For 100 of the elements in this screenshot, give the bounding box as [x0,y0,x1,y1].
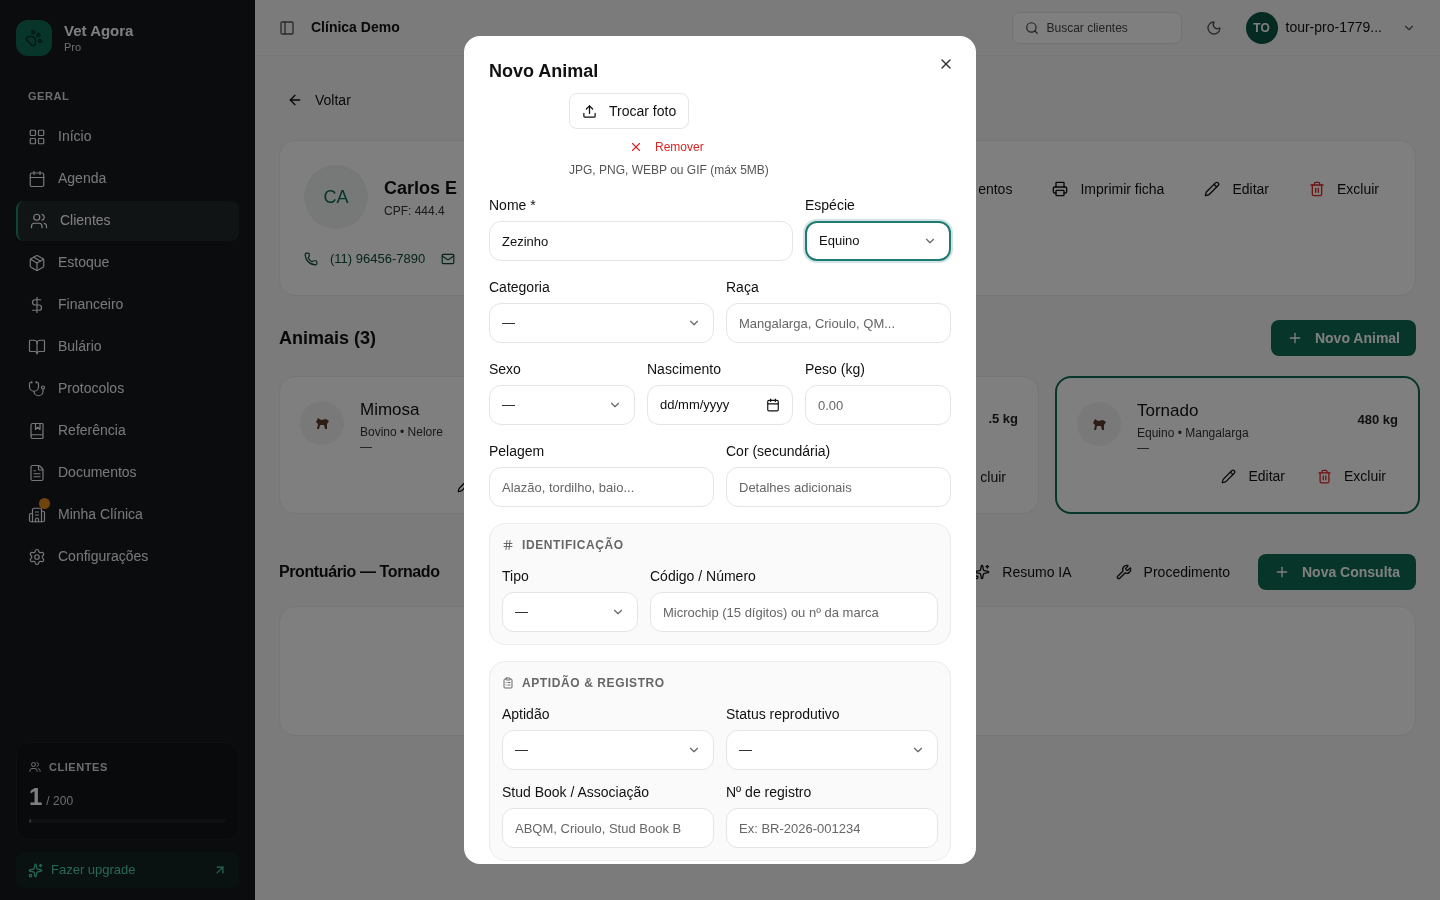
field-label: Aptidão [502,705,551,724]
book-icon [28,337,46,356]
brand-plan: Pro [64,40,83,55]
section-label: GERAL [27,89,71,104]
animal-weight: 480 kg [1357,411,1398,429]
clipboard-icon [502,677,514,689]
nav-item[interactable]: Documentos [16,452,239,493]
animal-note: — [360,440,373,453]
delete-button[interactable]: cluir [968,461,1018,493]
hash-icon [502,539,514,551]
field-label: Peso (kg) [805,360,866,379]
box-icon [28,253,46,272]
nav-item[interactable]: Agenda [16,158,239,199]
bookmark-book-icon [28,421,46,440]
field-label: Sexo [489,360,522,379]
select-field[interactable]: — [502,730,714,770]
logo-icon [16,20,52,56]
nav-item[interactable]: Bulário [16,326,239,367]
sparkles-icon [974,564,991,580]
wrench-icon [1115,564,1132,580]
new-animal-button[interactable]: Novo Animal [1270,320,1416,356]
dialog-title: Novo Animal [489,60,599,83]
pencil-icon [1221,468,1237,484]
trash-icon [1317,468,1332,484]
nav-item[interactable]: Início [16,116,239,157]
client-phone[interactable]: (11) 96456-7890 [330,249,426,269]
text-field[interactable]: ABQM, Crioulo, Stud Book B [502,808,714,848]
field-label: Código / Número [650,567,757,586]
nav-item[interactable]: Clientes [16,200,239,241]
text-field[interactable]: Microchip (15 dígitos) ou nº da marca [650,592,938,632]
nav-item[interactable]: Configurações [16,536,239,577]
field-label: Pelagem [489,442,546,461]
delete-button[interactable]: Excluir [1305,460,1398,492]
grid-icon [28,127,46,146]
usage-limit: / 200 [46,793,74,810]
action-button[interactable]: Imprimir ficha [1036,171,1181,207]
user-name: tour-pro-1779... [1285,18,1382,37]
brand-name: Vet Agora [64,21,134,41]
animal-card[interactable]: Tornado Equino • Mangalarga — 480 kg Editar Excluir [1055,376,1420,514]
date-field[interactable]: dd/mm/yyyy [647,385,793,425]
text-field[interactable]: Zezinho [489,221,793,261]
back-button[interactable]: Voltar [279,80,359,120]
upgrade-button[interactable]: Fazer upgrade [16,852,239,888]
field-label: Status reprodutivo [726,705,841,724]
action-button[interactable]: Procedimento [1099,554,1246,590]
field-label: Tipo [502,567,530,586]
mail-icon [441,251,456,266]
animal-breed: Bovino • Nelore [360,423,443,441]
select-field[interactable]: Equino [805,221,951,261]
nav-item[interactable]: Estoque [16,242,239,283]
field-label: Cor (secundária) [726,442,832,461]
client-name: Carlos E [384,176,458,200]
search-icon [1024,20,1039,35]
section-title: Animais (3) [279,326,377,350]
edit-button[interactable]: Editar [1209,460,1297,492]
remove-button[interactable]: Remover [629,133,704,161]
user-avatar: TO [1245,11,1278,44]
change-photo-button[interactable]: Trocar foto [569,93,690,129]
field-label: Categoria [489,278,551,297]
field-label: Raça [726,278,760,297]
text-field[interactable]: Alazão, tordilho, baio... [489,467,714,507]
client-cpf: CPF: 444.4 [384,202,446,220]
text-field[interactable]: Detalhes adicionais [726,467,951,507]
printer-icon [1052,181,1069,197]
animal-weight: .5 kg [988,410,1018,428]
search-field[interactable]: Buscar clientes [1011,11,1182,44]
remove-icon [629,140,643,154]
animal-name: Tornado [1137,400,1200,422]
animal-note: — [1137,441,1150,454]
action-button[interactable]: Editar [1188,171,1285,207]
text-field[interactable]: Mangalarga, Crioulo, QM... [726,303,951,343]
action-button[interactable]: entos [962,171,1029,207]
nav-item[interactable]: Referência [16,410,239,451]
nav-item[interactable]: Minha Clínica [16,494,239,535]
sidebar-toggle-icon[interactable] [279,19,295,36]
nav-item[interactable]: Financeiro [16,284,239,325]
usage-label: CLIENTES [49,759,108,775]
moon-icon[interactable] [1205,19,1222,36]
new-consultation-button[interactable]: Nova Consulta [1258,554,1416,590]
select-field[interactable]: — [502,592,638,632]
action-button[interactable]: Resumo IA [958,554,1088,590]
select-field[interactable]: — [489,385,635,425]
sparkles-icon [28,862,43,878]
section-heading: IDENTIFICAÇÃO [522,536,624,554]
select-field[interactable]: — [489,303,714,343]
calendar-icon [766,398,780,412]
text-field[interactable]: 0.00 [805,385,951,425]
field-label: Nome * [489,196,537,215]
nav-item[interactable]: Protocolos [16,368,239,409]
trash-icon [1309,181,1325,197]
select-field[interactable]: — [726,730,938,770]
clinic-name: Clínica Demo [311,18,400,37]
field-label: Espécie [805,196,856,215]
section-heading: APTIDÃO & REGISTRO [522,674,665,692]
plus-icon [1274,564,1290,580]
pencil-icon [1204,181,1221,197]
text-field[interactable]: Ex: BR-2026-001234 [726,808,938,848]
upload-icon [582,103,597,119]
users-icon [29,760,41,773]
action-button[interactable]: Excluir [1293,171,1395,207]
